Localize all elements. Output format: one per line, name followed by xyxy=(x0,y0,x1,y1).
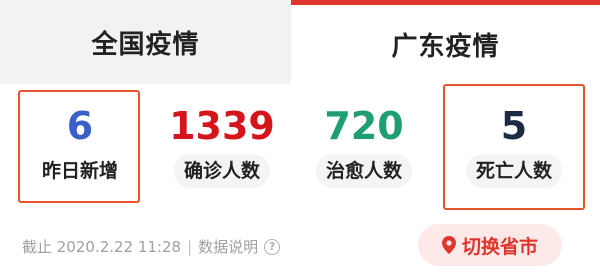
help-icon[interactable]: ? xyxy=(264,238,281,255)
stat-confirmed: 1339 确诊人数 xyxy=(142,88,302,204)
location-pin-icon xyxy=(441,236,456,254)
stat-deaths-label: 死亡人数 xyxy=(465,154,563,188)
tab-national[interactable]: 全国疫情 xyxy=(0,0,291,84)
as-of-timestamp: 截止 2020.2.22 11:28 xyxy=(22,238,182,256)
stat-yesterday-label: 昨日新增 xyxy=(41,160,119,182)
region-tabs: 全国疫情 广东疫情 xyxy=(0,0,600,84)
tab-guangdong-label: 广东疫情 xyxy=(391,32,500,62)
data-explanation-link[interactable]: 数据说明 xyxy=(198,236,258,257)
stat-confirmed-value: 1339 xyxy=(169,104,275,148)
stat-cured-label: 治愈人数 xyxy=(315,154,413,188)
switch-province-button[interactable]: 切换省市 xyxy=(418,224,562,266)
tab-guangdong[interactable]: 广东疫情 xyxy=(291,0,600,84)
footer-separator: | xyxy=(187,237,193,256)
data-timestamp-footer: 截止 2020.2.22 11:28 | 数据说明 ? xyxy=(22,236,281,257)
switch-province-label: 切换省市 xyxy=(461,235,538,258)
stat-yesterday-new: 6 昨日新增 xyxy=(0,88,160,204)
stat-cured-value: 720 xyxy=(324,104,404,148)
stat-cured: 720 治愈人数 xyxy=(284,88,444,204)
stat-confirmed-label: 确诊人数 xyxy=(173,154,271,188)
stat-deaths-value: 5 xyxy=(500,104,528,148)
stat-yesterday-value: 6 xyxy=(66,104,94,148)
tab-national-label: 全国疫情 xyxy=(91,29,200,60)
stat-deaths: 5 死亡人数 xyxy=(443,88,585,204)
